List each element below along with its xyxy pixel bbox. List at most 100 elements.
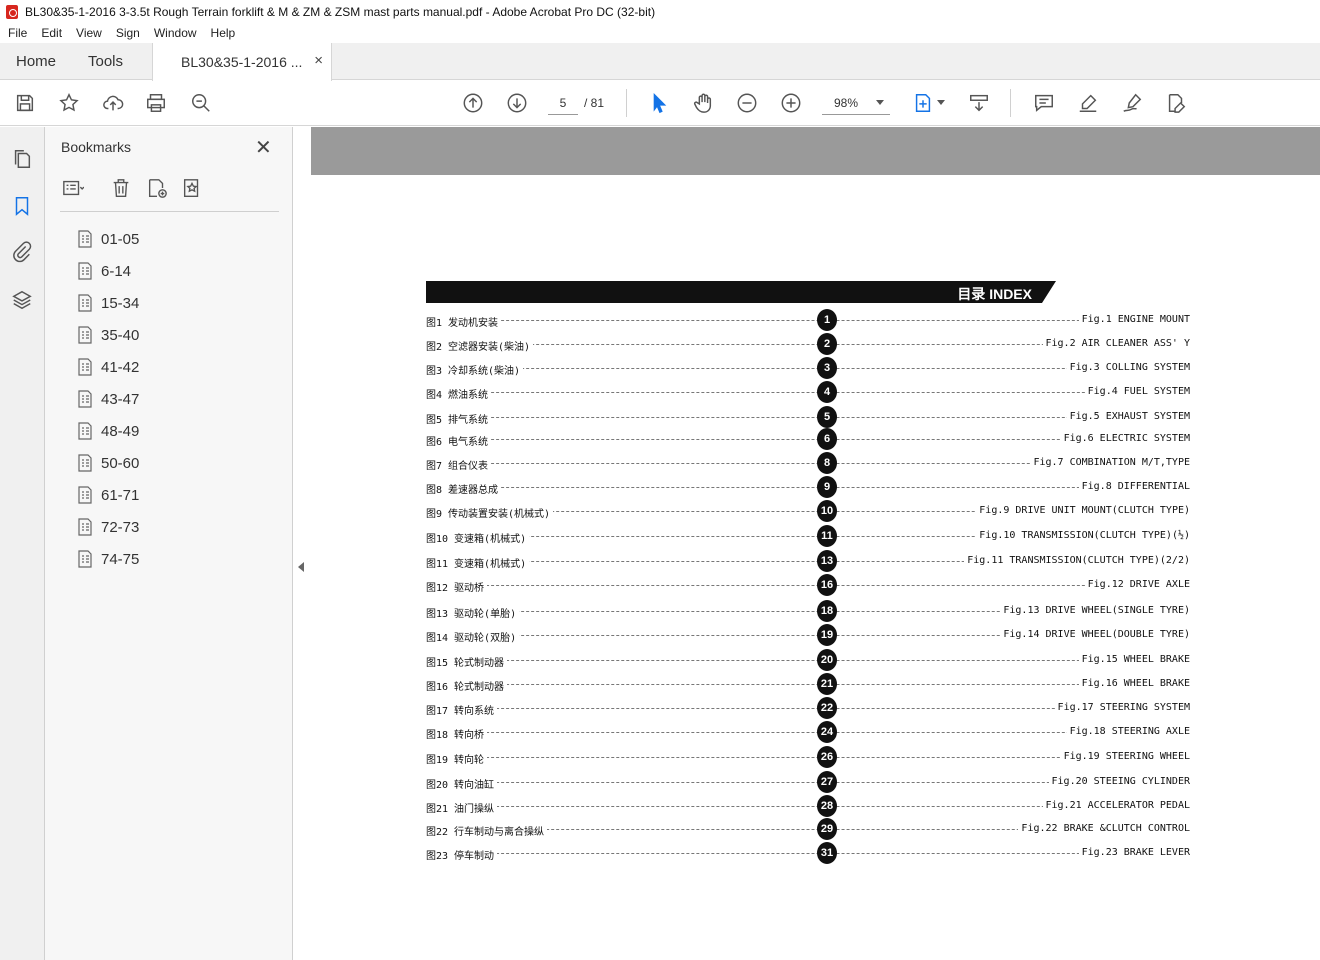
bookmark-star-icon[interactable] xyxy=(57,91,81,115)
menu-help[interactable]: Help xyxy=(203,26,242,40)
sign-pen-icon[interactable] xyxy=(1120,91,1144,115)
index-row[interactable]: 图4 燃油系统 4 Fig.4 FUEL SYSTEM xyxy=(426,380,1190,404)
index-row[interactable]: 图6 电气系统 6 Fig.6 ELECTRIC SYSTEM xyxy=(426,427,1190,451)
index-row[interactable]: 图10 变速箱(机械式) 11 Fig.10 TRANSMISSION(CLUTCH… xyxy=(426,524,1190,548)
options-menu-icon[interactable] xyxy=(62,177,86,201)
index-page-number: 8 xyxy=(817,452,837,474)
prev-page-icon[interactable] xyxy=(461,91,485,115)
index-row[interactable]: 图21 油门操纵 28 Fig.21 ACCELERATOR PEDAL xyxy=(426,794,1190,818)
index-row[interactable]: 图11 变速箱(机械式) 13 Fig.11 TRANSMISSION(CLUTCH… xyxy=(426,549,1190,573)
bookmark-item[interactable]: 15-34 xyxy=(77,287,139,319)
index-row[interactable]: 图8 差速器总成 9 Fig.8 DIFFERENTIAL xyxy=(426,475,1190,499)
bookmark-item[interactable]: 01-05 xyxy=(77,223,139,255)
bookmark-item[interactable]: 41-42 xyxy=(77,351,139,383)
index-row[interactable]: 图9 传动装置安装(机械式) 10 Fig.9 DRIVE UNIT MOUNT(C… xyxy=(426,499,1190,523)
index-row[interactable]: 图5 排气系统 5 Fig.5 EXHAUST SYSTEM xyxy=(426,405,1190,429)
save-icon[interactable] xyxy=(13,91,37,115)
bookmark-item[interactable]: 48-49 xyxy=(77,415,139,447)
new-bookmark-icon[interactable] xyxy=(146,177,170,201)
menu-window[interactable]: Window xyxy=(146,26,203,40)
bookmark-page-icon xyxy=(77,422,93,440)
bookmark-item[interactable]: 6-14 xyxy=(77,255,139,287)
tab-document[interactable]: BL30&35-1-2016 ... × xyxy=(152,43,332,81)
index-row[interactable]: 图23 停车制动 31 Fig.23 BRAKE LEVER xyxy=(426,841,1190,865)
bookmark-page-icon xyxy=(77,294,93,312)
comment-icon[interactable] xyxy=(1032,91,1056,115)
index-row[interactable]: 图14 驱动轮(双胎) 19 Fig.14 DRIVE WHEEL(DOUBLE T… xyxy=(426,623,1190,647)
page-thumbnails-icon[interactable] xyxy=(11,148,35,172)
toolbar-separator xyxy=(1010,89,1011,117)
index-row[interactable]: 图3 冷却系统(柴油) 3 Fig.3 COLLING SYSTEM xyxy=(426,356,1190,380)
fit-page-icon[interactable] xyxy=(911,91,935,115)
index-english-title: Fig.11 TRANSMISSION(CLUTCH TYPE)(2/2) xyxy=(964,555,1190,566)
print-icon[interactable] xyxy=(144,91,168,115)
zoom-out-icon[interactable] xyxy=(735,91,759,115)
bookmark-label: 50-60 xyxy=(101,454,140,472)
menu-sign[interactable]: Sign xyxy=(108,26,146,40)
index-row[interactable]: 图2 空滤器安装(柴油) 2 Fig.2 AIR CLEANER ASS' Y xyxy=(426,332,1190,356)
bookmark-list: 01-05 6-14 15-34 35-40 41-42 43-47 48-49 xyxy=(77,223,139,575)
index-row[interactable]: 图17 转向系统 22 Fig.17 STEERING SYSTEM xyxy=(426,696,1190,720)
select-cursor-icon[interactable] xyxy=(647,91,671,115)
index-row[interactable]: 图15 轮式制动器 20 Fig.15 WHEEL BRAKE xyxy=(426,648,1190,672)
index-row[interactable]: 图13 驱动轮(单胎) 18 Fig.13 DRIVE WHEEL(SINGLE T… xyxy=(426,599,1190,623)
index-row[interactable]: 图18 转向桥 24 Fig.18 STEERING AXLE xyxy=(426,720,1190,744)
index-chinese-title: 图19 转向轮 xyxy=(426,751,488,766)
index-row[interactable]: 图1 发动机安装 1 Fig.1 ENGINE MOUNT xyxy=(426,308,1190,332)
index-chinese-title: 图5 排气系统 xyxy=(426,411,492,426)
hand-tool-icon[interactable] xyxy=(691,91,715,115)
index-row[interactable]: 图20 转向油缸 27 Fig.20 STEEING CYLINDER xyxy=(426,770,1190,794)
bookmark-properties-icon[interactable] xyxy=(181,177,205,201)
bookmark-item[interactable]: 61-71 xyxy=(77,479,139,511)
bookmark-item[interactable]: 43-47 xyxy=(77,383,139,415)
menu-file[interactable]: File xyxy=(0,26,33,40)
index-chinese-title: 图23 停车制动 xyxy=(426,847,498,862)
index-page-number: 24 xyxy=(817,721,837,743)
index-english-title: Fig.13 DRIVE WHEEL(SINGLE TYRE) xyxy=(1000,605,1190,616)
index-row[interactable]: 图19 转向轮 26 Fig.19 STEERING WHEEL xyxy=(426,745,1190,769)
fill-sign-icon[interactable] xyxy=(1164,91,1188,115)
index-row[interactable]: 图22 行车制动与离合操纵 29 Fig.22 BRAKE &CLUTCH CONT… xyxy=(426,817,1190,841)
index-row[interactable]: 图7 组合仪表 8 Fig.7 COMBINATION M/T,TYPE xyxy=(426,451,1190,475)
index-chinese-title: 图21 油门操纵 xyxy=(426,800,498,815)
index-row[interactable]: 图16 轮式制动器 21 Fig.16 WHEEL BRAKE xyxy=(426,672,1190,696)
bookmark-item[interactable]: 35-40 xyxy=(77,319,139,351)
index-chinese-title: 图11 变速箱(机械式) xyxy=(426,555,530,570)
index-row[interactable]: 图12 驱动桥 16 Fig.12 DRIVE AXLE xyxy=(426,573,1190,597)
upload-cloud-icon[interactable] xyxy=(101,91,125,115)
bookmark-item[interactable]: 74-75 xyxy=(77,543,139,575)
delete-bookmark-icon[interactable] xyxy=(110,177,134,201)
tab-tools[interactable]: Tools xyxy=(88,53,123,70)
search-zoom-icon[interactable] xyxy=(189,91,213,115)
bookmark-item[interactable]: 50-60 xyxy=(77,447,139,479)
index-chinese-title: 图9 传动装置安装(机械式) xyxy=(426,505,554,520)
collapse-panel-icon[interactable] xyxy=(298,562,304,572)
bookmark-page-icon xyxy=(77,550,93,568)
page-number-input[interactable] xyxy=(548,91,578,115)
page-gap xyxy=(311,127,1320,175)
acrobat-icon xyxy=(6,4,18,19)
scroll-mode-icon[interactable] xyxy=(967,91,991,115)
zoom-in-icon[interactable] xyxy=(779,91,803,115)
toolbar-separator xyxy=(626,89,627,117)
tab-home[interactable]: Home xyxy=(16,53,56,70)
menu-view[interactable]: View xyxy=(68,26,108,40)
attachments-icon[interactable] xyxy=(11,241,35,265)
menu-bar: File Edit View Sign Window Help xyxy=(0,23,1320,43)
zoom-select[interactable]: 98% xyxy=(822,91,890,115)
bookmark-item[interactable]: 72-73 xyxy=(77,511,139,543)
index-page-number: 21 xyxy=(817,673,837,695)
layers-icon[interactable] xyxy=(11,289,35,313)
index-chinese-title: 图2 空滤器安装(柴油) xyxy=(426,338,534,353)
close-panel-icon[interactable]: ✕ xyxy=(255,135,272,160)
highlight-pen-icon[interactable] xyxy=(1076,91,1100,115)
next-page-icon[interactable] xyxy=(505,91,529,115)
index-chinese-title: 图15 轮式制动器 xyxy=(426,654,508,669)
bookmark-label: 74-75 xyxy=(101,550,140,568)
chevron-down-icon[interactable] xyxy=(937,100,945,105)
bookmarks-icon[interactable] xyxy=(11,195,35,219)
menu-edit[interactable]: Edit xyxy=(33,26,68,40)
leader-dots xyxy=(426,684,1190,685)
chevron-down-icon xyxy=(876,100,884,105)
close-tab-icon[interactable]: × xyxy=(314,52,323,69)
